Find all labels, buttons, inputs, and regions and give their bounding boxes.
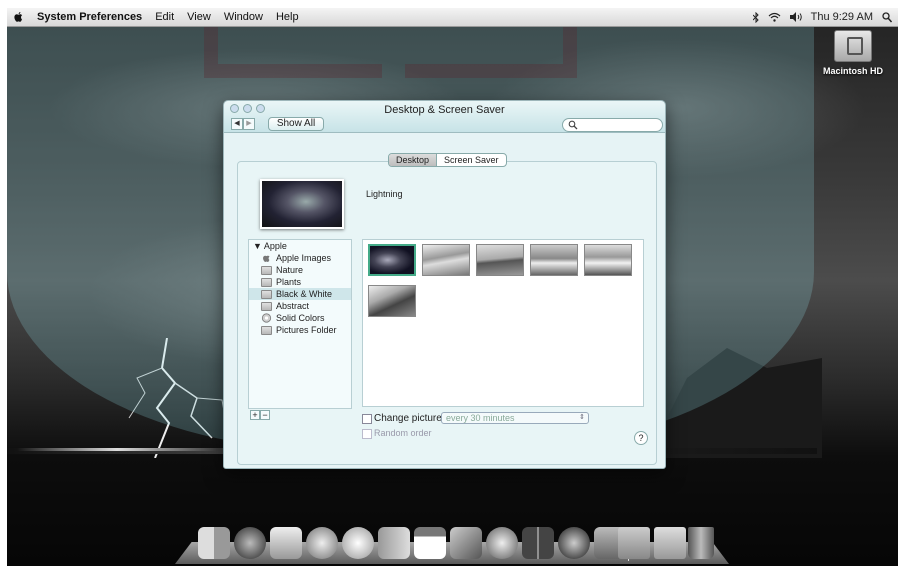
add-source-button[interactable]: + — [250, 410, 260, 420]
folder-icon — [261, 266, 272, 275]
mountain-silhouette — [647, 348, 822, 458]
tab-desktop[interactable]: Desktop — [389, 154, 438, 166]
thumbnail-lightning[interactable] — [368, 244, 416, 276]
desktop-screen-saver-window: Desktop & Screen Saver ◀ ▶ Show All Desk… — [223, 100, 666, 469]
wifi-icon[interactable] — [768, 12, 781, 22]
folder-icon — [261, 302, 272, 311]
menu-clock[interactable]: Thu 9:29 AM — [811, 11, 873, 23]
interval-value: every 30 minutes — [446, 413, 515, 423]
source-item-solid-colors[interactable]: Solid Colors — [249, 312, 351, 324]
trash-dock-icon[interactable] — [688, 527, 714, 559]
source-label: Abstract — [276, 301, 310, 311]
source-item-nature[interactable]: Nature — [249, 264, 351, 276]
random-order-checkbox[interactable] — [362, 429, 372, 439]
mail-dock-icon[interactable] — [270, 527, 302, 559]
thumbnail-surf[interactable] — [584, 244, 632, 276]
source-item-black-white[interactable]: Black & White — [249, 288, 351, 300]
current-desktop-preview — [260, 179, 344, 229]
dock — [198, 527, 718, 563]
tab-bar: Desktop Screen Saver — [388, 153, 507, 167]
menu-bar: System Preferences Edit View Window Help… — [7, 8, 898, 27]
menu-app-name[interactable]: System Preferences — [37, 11, 142, 23]
thumbnail-dunes[interactable] — [422, 244, 470, 276]
source-item-plants[interactable]: Plants — [249, 276, 351, 288]
source-label: Black & White — [276, 289, 333, 299]
random-order-label: Random order — [374, 428, 432, 438]
forward-button[interactable]: ▶ — [243, 118, 255, 130]
thumbnail-horizon[interactable] — [476, 244, 524, 276]
remove-source-button[interactable]: − — [260, 410, 270, 420]
source-item-apple-images[interactable]: Apple Images — [249, 252, 351, 264]
bluetooth-icon[interactable] — [752, 11, 759, 23]
show-all-button[interactable]: Show All — [268, 117, 324, 131]
apple-images-icon — [263, 255, 270, 262]
change-picture-label: Change picture: — [374, 413, 445, 424]
source-label: Nature — [276, 265, 304, 275]
window-title: Desktop & Screen Saver — [384, 104, 505, 116]
documents-folder-dock-icon[interactable] — [654, 527, 686, 559]
color-wheel-icon — [261, 313, 272, 323]
hd-label: Macintosh HD — [822, 66, 883, 76]
itunes-dock-icon[interactable] — [486, 527, 518, 559]
tab-screen-saver[interactable]: Screen Saver — [437, 154, 506, 166]
spaces-dock-icon[interactable] — [522, 527, 554, 559]
help-button[interactable]: ? — [634, 431, 648, 445]
ical-dock-icon[interactable] — [414, 527, 446, 559]
current-picture-name: Lightning — [366, 189, 403, 199]
source-item-abstract[interactable]: Abstract — [249, 300, 351, 312]
source-item-pictures-folder[interactable]: Pictures Folder — [249, 324, 351, 336]
menu-help[interactable]: Help — [276, 11, 299, 23]
menu-edit[interactable]: Edit — [155, 11, 174, 23]
macintosh-hd-desktop-icon[interactable]: Macintosh HD — [818, 30, 888, 76]
search-icon — [568, 120, 578, 130]
menu-view[interactable]: View — [187, 11, 211, 23]
picture-source-list: ▼ Apple Apple Images Nature Plants Black… — [248, 239, 352, 409]
hard-drive-icon — [834, 30, 872, 62]
time-machine-dock-icon[interactable] — [558, 527, 590, 559]
spotlight-icon[interactable] — [882, 11, 892, 23]
change-picture-checkbox[interactable] — [362, 414, 372, 424]
folder-icon — [261, 290, 272, 299]
folder-icon — [261, 326, 272, 335]
applications-folder-dock-icon[interactable] — [618, 527, 650, 559]
menu-window[interactable]: Window — [224, 11, 263, 23]
ichat-dock-icon[interactable] — [342, 527, 374, 559]
select-arrows-icon: ⇕ — [579, 414, 585, 421]
source-group-apple[interactable]: ▼ Apple — [249, 240, 351, 252]
thumbnail-waves[interactable] — [530, 244, 578, 276]
back-button[interactable]: ◀ — [231, 118, 243, 130]
window-titlebar[interactable]: Desktop & Screen Saver ◀ ▶ Show All — [224, 101, 665, 133]
iphoto-dock-icon[interactable] — [450, 527, 482, 559]
picture-grid — [362, 239, 644, 407]
address-book-dock-icon[interactable] — [378, 527, 410, 559]
dashboard-dock-icon[interactable] — [234, 527, 266, 559]
safari-dock-icon[interactable] — [306, 527, 338, 559]
volume-icon[interactable] — [789, 12, 802, 22]
source-label: Apple Images — [276, 253, 332, 263]
finder-dock-icon[interactable] — [198, 527, 230, 559]
apple-menu-icon[interactable] — [13, 11, 24, 23]
source-label: Pictures Folder — [276, 325, 337, 335]
lightning-bolt — [128, 338, 228, 458]
folder-icon — [261, 278, 272, 287]
source-label: Solid Colors — [276, 313, 325, 323]
thumbnail-curves[interactable] — [368, 285, 416, 317]
horizon-glow — [17, 448, 217, 451]
source-label: Plants — [276, 277, 302, 287]
change-interval-select[interactable]: every 30 minutes ⇕ — [441, 412, 589, 424]
